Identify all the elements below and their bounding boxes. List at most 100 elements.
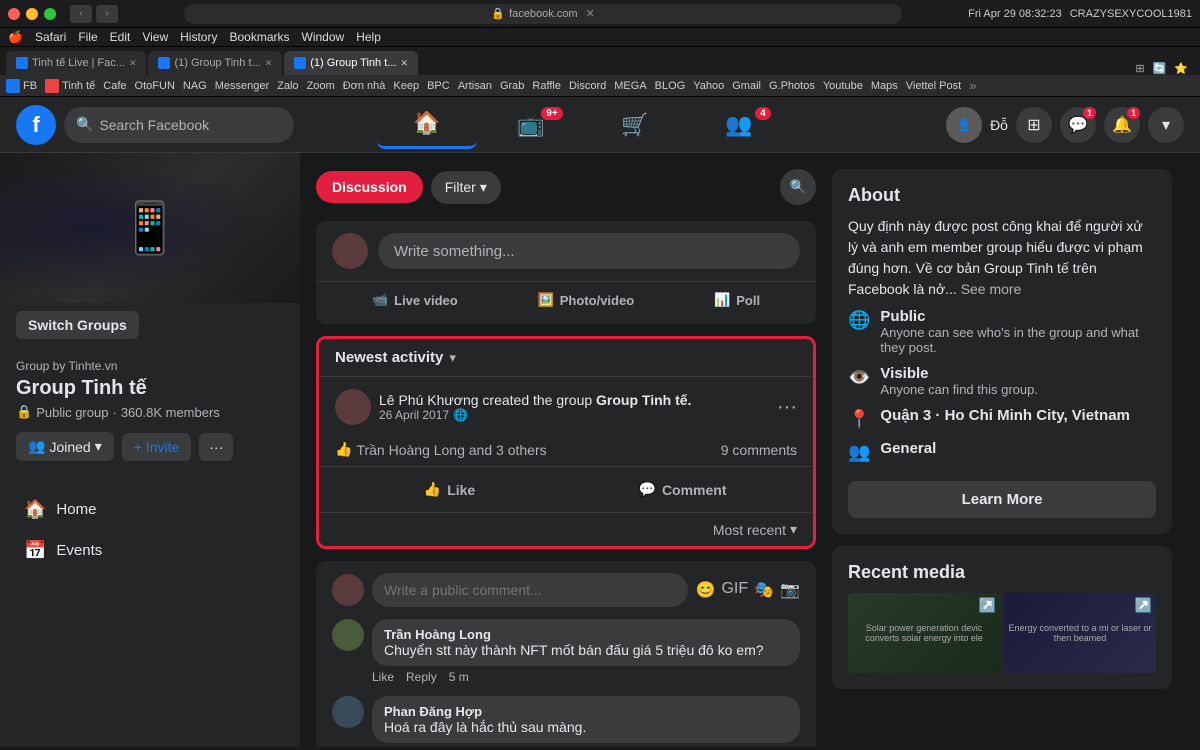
maximize-dot[interactable] [44,8,56,20]
more-button[interactable]: ··· [199,433,233,461]
camera-icon[interactable]: 📷 [780,580,800,600]
filter-button[interactable]: Filter ▾ [431,171,501,204]
menu-window[interactable]: Window [302,30,345,44]
notifications-icon[interactable]: 🔔 1 [1104,107,1140,143]
bookmark-raffle[interactable]: Raffle [532,80,561,92]
emoji-icon[interactable]: 😊 [696,580,716,600]
chevron-down-icon[interactable]: ▾ [1148,107,1184,143]
menu-view[interactable]: View [142,30,168,44]
menu-apple[interactable]: 🍎 [8,30,23,44]
bookmark-blog[interactable]: BLOG [655,80,686,92]
post-header: Lê Phú Khương created the group Group Ti… [319,377,813,433]
user-avatar[interactable]: 👤 [946,107,982,143]
bookmark-youtube[interactable]: Youtube [823,80,863,92]
write-post-input[interactable]: Write something... [378,233,800,269]
bookmark-messenger[interactable]: Messenger [215,80,269,92]
post-footer: 👍 Like 💬 Comment [319,466,813,512]
discussion-button[interactable]: Discussion [316,171,423,203]
bookmark-zoom[interactable]: Zoom [307,80,335,92]
forward-button[interactable]: › [96,5,118,23]
bookmark-grab[interactable]: Grab [500,80,524,92]
comment-button[interactable]: 💬 Comment [568,475,797,504]
nav-groups[interactable]: 👥 4 [689,101,789,149]
sidebar-item-events[interactable]: 📅 Events [8,530,292,571]
media-thumb-2[interactable]: ↗️ Energy converted to a mi or laser or … [1004,593,1156,673]
live-video-button[interactable]: 📹 Live video [362,286,468,314]
bookmark-zalo[interactable]: Zalo [277,80,298,92]
menu-history[interactable]: History [180,30,217,44]
about-visible-item: 👁️ Visible Anyone can find this group. [848,365,1156,397]
nav-watch[interactable]: 📺 9+ [481,101,581,149]
newest-activity-label: Newest activity [335,349,443,366]
messenger-icon[interactable]: 💬 1 [1060,107,1096,143]
apps-icon[interactable]: ⊞ [1016,107,1052,143]
group-cover: 📱 [0,153,300,303]
location-text: Quận 3 · Ho Chi Minh City, Vietnam [880,407,1129,424]
bookmark-gphotos[interactable]: G.Photos [769,80,815,92]
menu-file[interactable]: File [78,30,97,44]
bookmark-mega[interactable]: MEGA [614,80,646,92]
bookmark-maps[interactable]: Maps [871,80,898,92]
poll-button[interactable]: 📊 Poll [704,286,770,314]
tab-3-active[interactable]: (1) Group Tinh t... ✕ [284,51,418,75]
filter-chevron-icon: ▾ [480,179,487,196]
bookmark-bpc[interactable]: BPC [427,80,450,92]
bookmarks-more[interactable]: » [969,78,976,93]
bookmark-gmail[interactable]: Gmail [732,80,761,92]
sidebar-item-home[interactable]: 🏠 Home [8,489,292,530]
most-recent-chevron-icon[interactable]: ▾ [790,521,797,538]
menu-safari[interactable]: Safari [35,30,66,44]
minimize-dot[interactable] [26,8,38,20]
joined-button[interactable]: 👥 Joined ▾ [16,432,114,461]
user-name: Đỗ [990,117,1008,133]
photo-video-button[interactable]: 🖼️ Photo/video [528,286,645,314]
bookmark-cafe[interactable]: Cafe [103,80,126,92]
bookmark-tinhte[interactable]: Tinh tế [45,79,95,93]
bookmark-yahoo[interactable]: Yahoo [693,80,724,92]
search-button[interactable]: 🔍 [780,169,816,205]
bookmark-discord[interactable]: Discord [569,80,606,92]
search-icon: 🔍 [76,116,93,133]
public-title: Public [880,308,1156,325]
back-button[interactable]: ‹ [70,5,92,23]
post-timestamp: 26 April 2017 🌐 [379,408,769,422]
bookmark-keep[interactable]: Keep [393,80,419,92]
highlighted-post-card: Newest activity ▾ Lê Phú Khương created … [316,336,816,549]
see-more-button[interactable]: See more [961,281,1022,297]
visible-icon: 👁️ [848,367,870,388]
nav-home[interactable]: 🏠 [377,101,477,149]
bookmark-donnha[interactable]: Đơn nhà [343,80,386,92]
comment-reply-1[interactable]: Reply [406,670,437,684]
bookmark-nag[interactable]: NAG [183,80,207,92]
bookmark-artisan[interactable]: Artisan [458,80,492,92]
tab-1[interactable]: Tinh tế Live | Fac... ✕ [6,51,146,75]
facebook-logo[interactable]: f [16,105,56,145]
tab-2[interactable]: (1) Group Tinh t... ✕ [148,51,282,75]
about-column: About Quy định này được post công khai đ… [832,169,1172,731]
address-bar[interactable]: 🔒 facebook.com ✕ [184,4,902,24]
like-button[interactable]: 👍 Like [335,475,564,504]
close-dot[interactable] [8,8,20,20]
nav-marketplace[interactable]: 🛒 [585,101,685,149]
menu-edit[interactable]: Edit [110,30,131,44]
invite-button[interactable]: + Invite [122,433,192,461]
search-bar[interactable]: 🔍 Search Facebook [64,107,294,143]
comment-input[interactable] [372,573,688,607]
bookmark-fb[interactable]: FB [6,79,37,93]
newest-chevron-icon[interactable]: ▾ [449,350,456,366]
comment-author-2: Phan Đăng Hợp [384,704,788,719]
comment-like-1[interactable]: Like [372,670,394,684]
media-thumb-1[interactable]: ↗️ Solar power generation devic converts… [848,593,1000,673]
bookmark-otofun[interactable]: OtoFUN [135,80,175,92]
comment-text-2: Hoá ra đây là hắc thủ sau màng. [384,719,788,735]
gif-icon[interactable]: GIF [721,580,748,600]
post-more-button[interactable]: ··· [777,396,797,419]
notifications-badge: 1 [1127,107,1140,119]
chevron-icon: ▾ [95,438,102,455]
menu-help[interactable]: Help [356,30,381,44]
bookmark-viettelpost[interactable]: Viettel Post [906,80,961,92]
sticker-icon[interactable]: 🎭 [754,580,774,600]
menu-bookmarks[interactable]: Bookmarks [229,30,289,44]
switch-groups-button[interactable]: Switch Groups [16,311,139,339]
learn-more-button[interactable]: Learn More [848,481,1156,518]
